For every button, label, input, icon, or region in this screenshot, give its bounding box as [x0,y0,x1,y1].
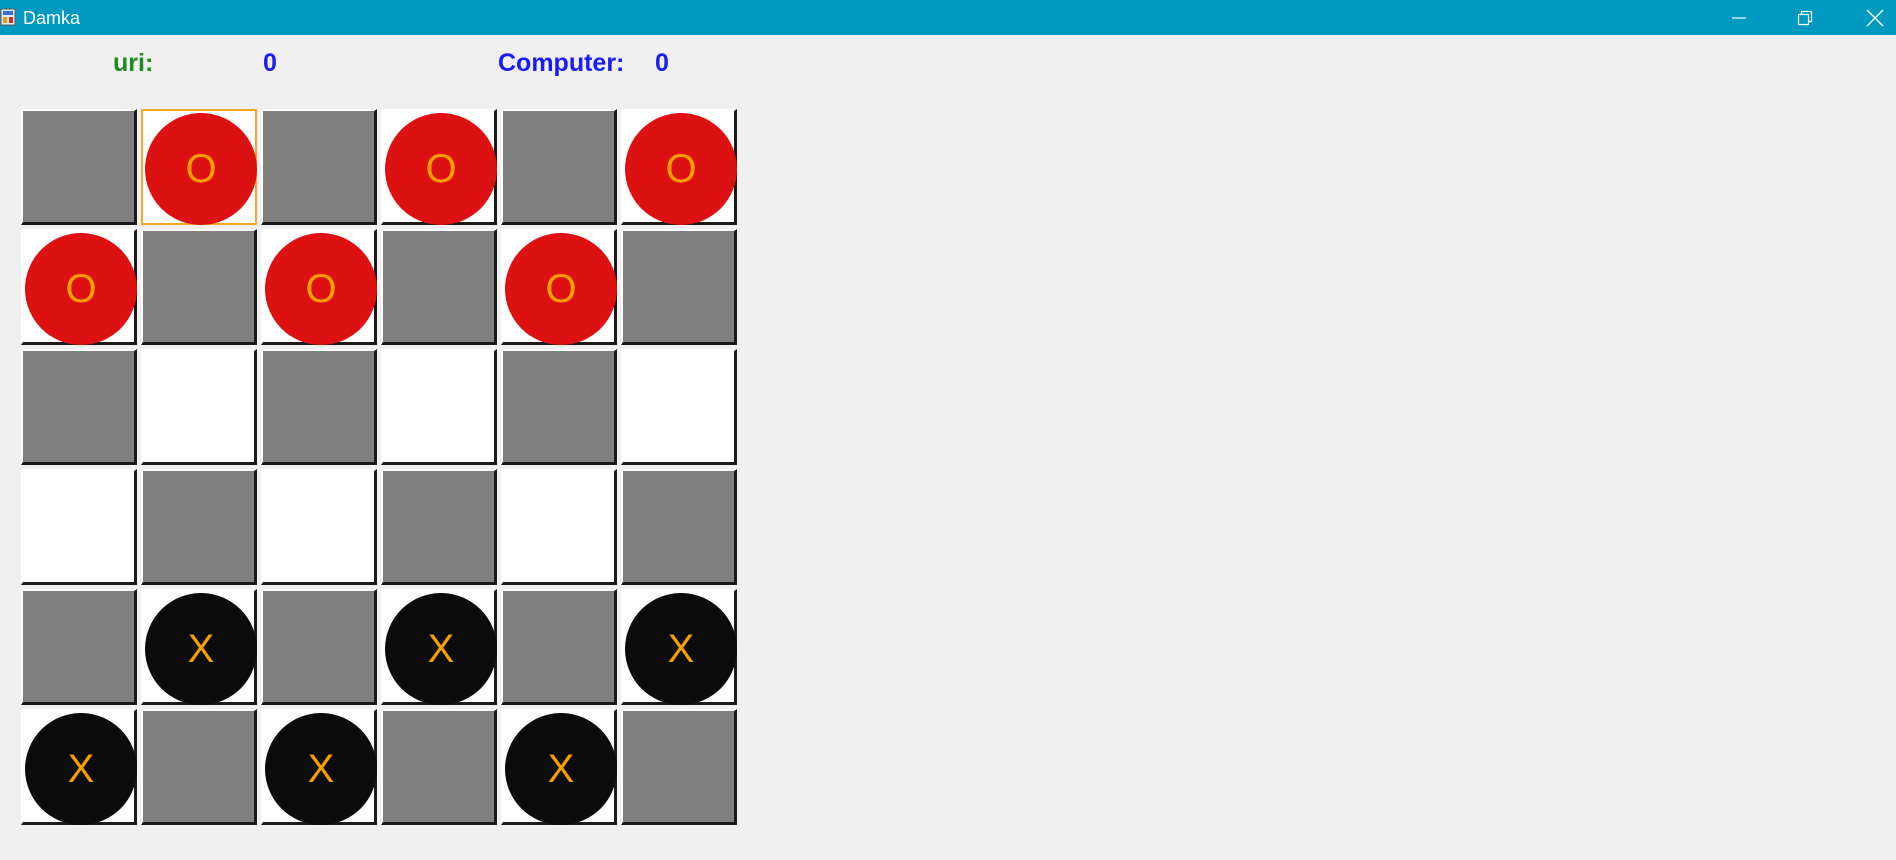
black-x-piece[interactable]: X [385,593,497,705]
board-cell-r5-c2[interactable]: X [261,709,377,825]
board-cell-r4-c1[interactable]: X [141,589,257,705]
black-x-piece[interactable]: X [265,713,377,825]
board-cell-r1-c0[interactable]: O [21,229,137,345]
board-cell-r5-c5[interactable] [621,709,737,825]
board-cell-r1-c3[interactable] [381,229,497,345]
board-cell-r2-c3[interactable] [381,349,497,465]
board-cell-r1-c4[interactable]: O [501,229,617,345]
game-board: OOOOOOXXXXXX [21,109,743,831]
app-icon[interactable] [0,8,16,26]
minimize-button[interactable] [1704,0,1774,35]
board-cell-r1-c2[interactable]: O [261,229,377,345]
red-o-piece[interactable]: O [505,233,617,345]
board-cell-r2-c1[interactable] [141,349,257,465]
board-cell-r0-c3[interactable]: O [381,109,497,225]
board-cell-r2-c2[interactable] [261,349,377,465]
close-icon [1866,9,1884,26]
board-cell-r2-c0[interactable] [21,349,137,465]
board-cell-r3-c2[interactable] [261,469,377,585]
title-bar: Damka [0,0,1896,35]
black-x-piece[interactable]: X [625,593,737,705]
restore-button[interactable] [1770,0,1840,35]
minimize-icon [1732,16,1746,19]
player-name-label: uri: [113,49,154,77]
red-o-piece[interactable]: O [265,233,377,345]
red-o-piece[interactable]: O [385,113,497,225]
red-o-piece[interactable]: O [145,113,257,225]
board-cell-r5-c3[interactable] [381,709,497,825]
board-cell-r0-c5[interactable]: O [621,109,737,225]
board-cell-r4-c5[interactable]: X [621,589,737,705]
board-cell-r3-c3[interactable] [381,469,497,585]
board-cell-r3-c0[interactable] [21,469,137,585]
black-x-piece[interactable]: X [505,713,617,825]
board-cell-r5-c4[interactable]: X [501,709,617,825]
board-cell-r5-c0[interactable]: X [21,709,137,825]
board-cell-r1-c5[interactable] [621,229,737,345]
board-cell-r2-c4[interactable] [501,349,617,465]
board-cell-r0-c0[interactable] [21,109,137,225]
black-x-piece[interactable]: X [25,713,137,825]
board-cell-r4-c0[interactable] [21,589,137,705]
board-cell-r5-c1[interactable] [141,709,257,825]
board-cell-r4-c2[interactable] [261,589,377,705]
black-x-piece[interactable]: X [145,593,257,705]
player-score-value: 0 [263,49,277,77]
red-o-piece[interactable]: O [625,113,737,225]
close-button[interactable] [1840,0,1896,35]
board-cell-r1-c1[interactable] [141,229,257,345]
board-cell-r4-c3[interactable]: X [381,589,497,705]
board-cell-r0-c2[interactable] [261,109,377,225]
board-cell-r0-c1[interactable]: O [141,109,257,225]
board-cell-r3-c4[interactable] [501,469,617,585]
red-o-piece[interactable]: O [25,233,137,345]
window-title: Damka [23,8,81,28]
board-cell-r2-c5[interactable] [621,349,737,465]
restore-icon [1797,10,1813,25]
board-cell-r3-c5[interactable] [621,469,737,585]
board-cell-r4-c4[interactable] [501,589,617,705]
computer-name-label: Computer: [498,49,625,77]
computer-score-value: 0 [655,49,669,77]
board-cell-r3-c1[interactable] [141,469,257,585]
board-cell-r0-c4[interactable] [501,109,617,225]
